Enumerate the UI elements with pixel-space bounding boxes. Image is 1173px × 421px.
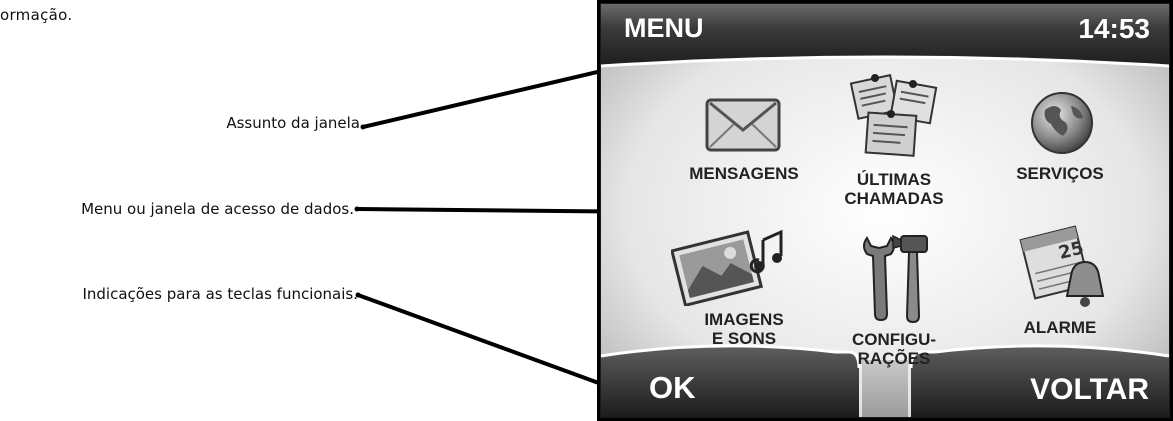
window-title: MENU (624, 13, 704, 43)
leader-dot (354, 206, 360, 212)
app-label: SERVIÇOS (1016, 164, 1104, 183)
calendar-bell-icon: 25 (1019, 225, 1105, 307)
callout-softkeys: Indicações para as teclas funcionais. (82, 285, 358, 303)
envelope-icon (705, 98, 781, 152)
leader-dot (360, 124, 366, 130)
callout-title-subject: Assunto da janela (226, 114, 360, 132)
app-last-calls[interactable]: ÚLTIMAS CHAMADAS (819, 70, 969, 230)
callout-menu-window: Menu ou janela de acesso de dados. (81, 200, 354, 218)
pictures-music-icon (671, 229, 783, 306)
app-label: ALARME (1023, 318, 1097, 337)
app-label: IMAGENS E SONS (704, 310, 784, 348)
app-messages[interactable]: MENSAGENS (659, 88, 829, 218)
app-services[interactable]: SERVIÇOS (975, 88, 1145, 218)
app-label: MENSAGENS (689, 164, 799, 183)
app-alarm[interactable]: 25 ALARME (975, 222, 1145, 352)
leader-line-softkeys (357, 293, 638, 399)
tools-icon (863, 234, 928, 324)
call-notes-icon (849, 73, 938, 157)
phone-display: MENU 14:53 OK VOLTAR MENSAGENS ÚLTIMAS C… (597, 0, 1173, 421)
text-fragment: ormação. (0, 6, 73, 24)
clock: 14:53 (1078, 13, 1150, 44)
app-label: CONFIGU- RAÇÕES (851, 330, 937, 368)
softkey-back[interactable]: VOLTAR (1030, 373, 1149, 407)
softkey-ok[interactable]: OK (649, 370, 696, 406)
app-images-sounds[interactable]: IMAGENS E SONS (659, 222, 829, 352)
app-label: ÚLTIMAS CHAMADAS (844, 170, 944, 208)
globe-icon (1031, 92, 1093, 154)
app-settings[interactable]: CONFIGU- RAÇÕES (819, 230, 969, 380)
